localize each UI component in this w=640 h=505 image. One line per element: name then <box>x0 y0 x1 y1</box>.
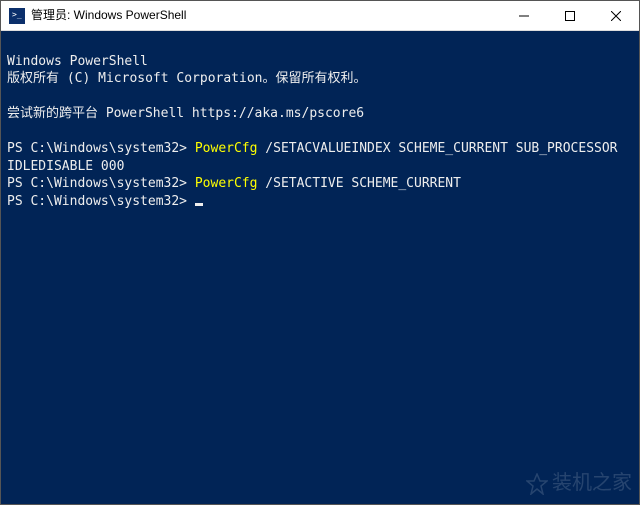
prompt-3: PS C:\Windows\system32> <box>7 194 195 209</box>
star-icon <box>526 473 548 495</box>
cursor <box>195 203 203 206</box>
header-line-1: Windows PowerShell <box>7 54 148 69</box>
maximize-button[interactable] <box>547 1 593 30</box>
terminal-body[interactable]: Windows PowerShell 版权所有 (C) Microsoft Co… <box>1 31 639 214</box>
prompt-2: PS C:\Windows\system32> <box>7 176 195 191</box>
args-2: /SETACTIVE SCHEME_CURRENT <box>257 176 461 191</box>
watermark-text: 装机之家 <box>552 470 632 497</box>
window-title: 管理员: Windows PowerShell <box>31 7 501 23</box>
powershell-icon <box>9 8 25 24</box>
window-controls <box>501 1 639 30</box>
titlebar: 管理员: Windows PowerShell <box>1 1 639 31</box>
command-2: PowerCfg <box>195 176 258 191</box>
prompt-1: PS C:\Windows\system32> <box>7 141 195 156</box>
watermark: 装机之家 <box>526 470 632 497</box>
header-line-2: 版权所有 (C) Microsoft Corporation。保留所有权利。 <box>7 71 367 86</box>
minimize-button[interactable] <box>501 1 547 30</box>
motd-line: 尝试新的跨平台 PowerShell https://aka.ms/pscore… <box>7 106 364 121</box>
close-button[interactable] <box>593 1 639 30</box>
command-1: PowerCfg <box>195 141 258 156</box>
